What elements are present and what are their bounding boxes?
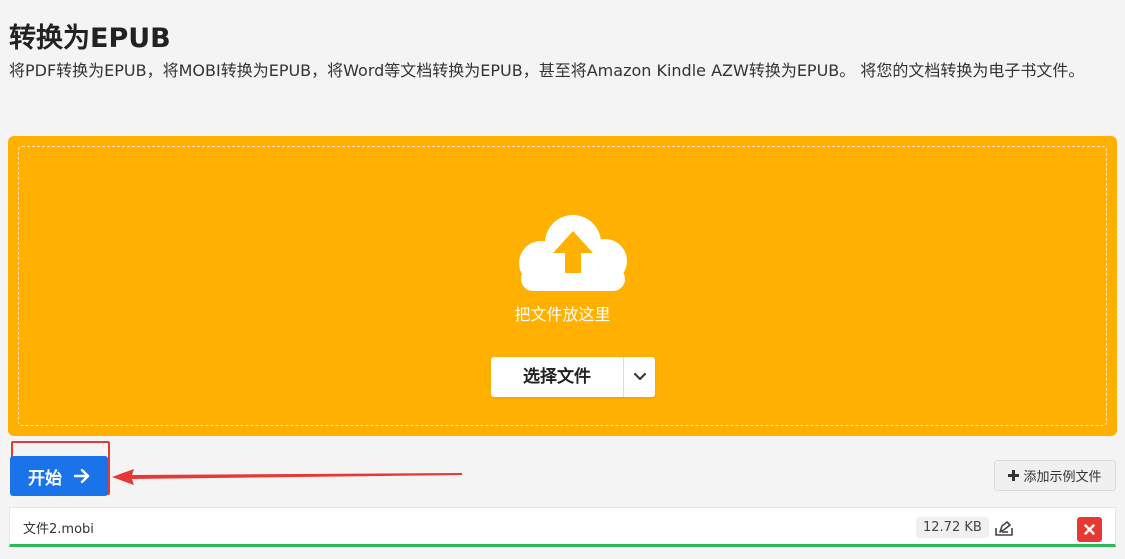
cloud-upload-icon [519,215,627,291]
add-sample-file-button[interactable]: 添加示例文件 [994,460,1116,491]
start-button[interactable]: 开始 [10,456,108,496]
choose-file-button-group: 选择文件 [491,357,655,397]
drop-files-label: 把文件放这里 [514,305,611,324]
file-list-item: 文件2.mobi 12.72 KB [9,507,1116,547]
plus-icon [1008,470,1020,481]
file-size-badge: 12.72 KB [916,517,989,538]
page-title: 转换为EPUB [9,23,171,54]
file-settings-icon[interactable] [993,518,1015,537]
chevron-down-icon [633,373,646,380]
page: 转换为EPUB 将PDF转换为EPUB，将MOBI转换为EPUB，将Word等文… [0,0,1125,559]
dropzone-border: 把文件放这里 选择文件 [18,146,1107,426]
page-description: 将PDF转换为EPUB，将MOBI转换为EPUB，将Word等文档转换为EPUB… [9,61,1085,80]
choose-file-dropdown-toggle[interactable] [623,357,655,397]
file-dropzone[interactable]: 把文件放这里 选择文件 [8,136,1117,436]
choose-file-button[interactable]: 选择文件 [491,357,623,397]
remove-file-button[interactable] [1077,517,1102,542]
start-button-label: 开始 [28,468,62,489]
file-name: 文件2.mobi [23,522,94,537]
annotation-arrow-icon [112,469,462,485]
arrow-right-icon [74,469,90,483]
close-icon [1084,524,1095,535]
add-sample-file-label: 添加示例文件 [1023,470,1102,485]
